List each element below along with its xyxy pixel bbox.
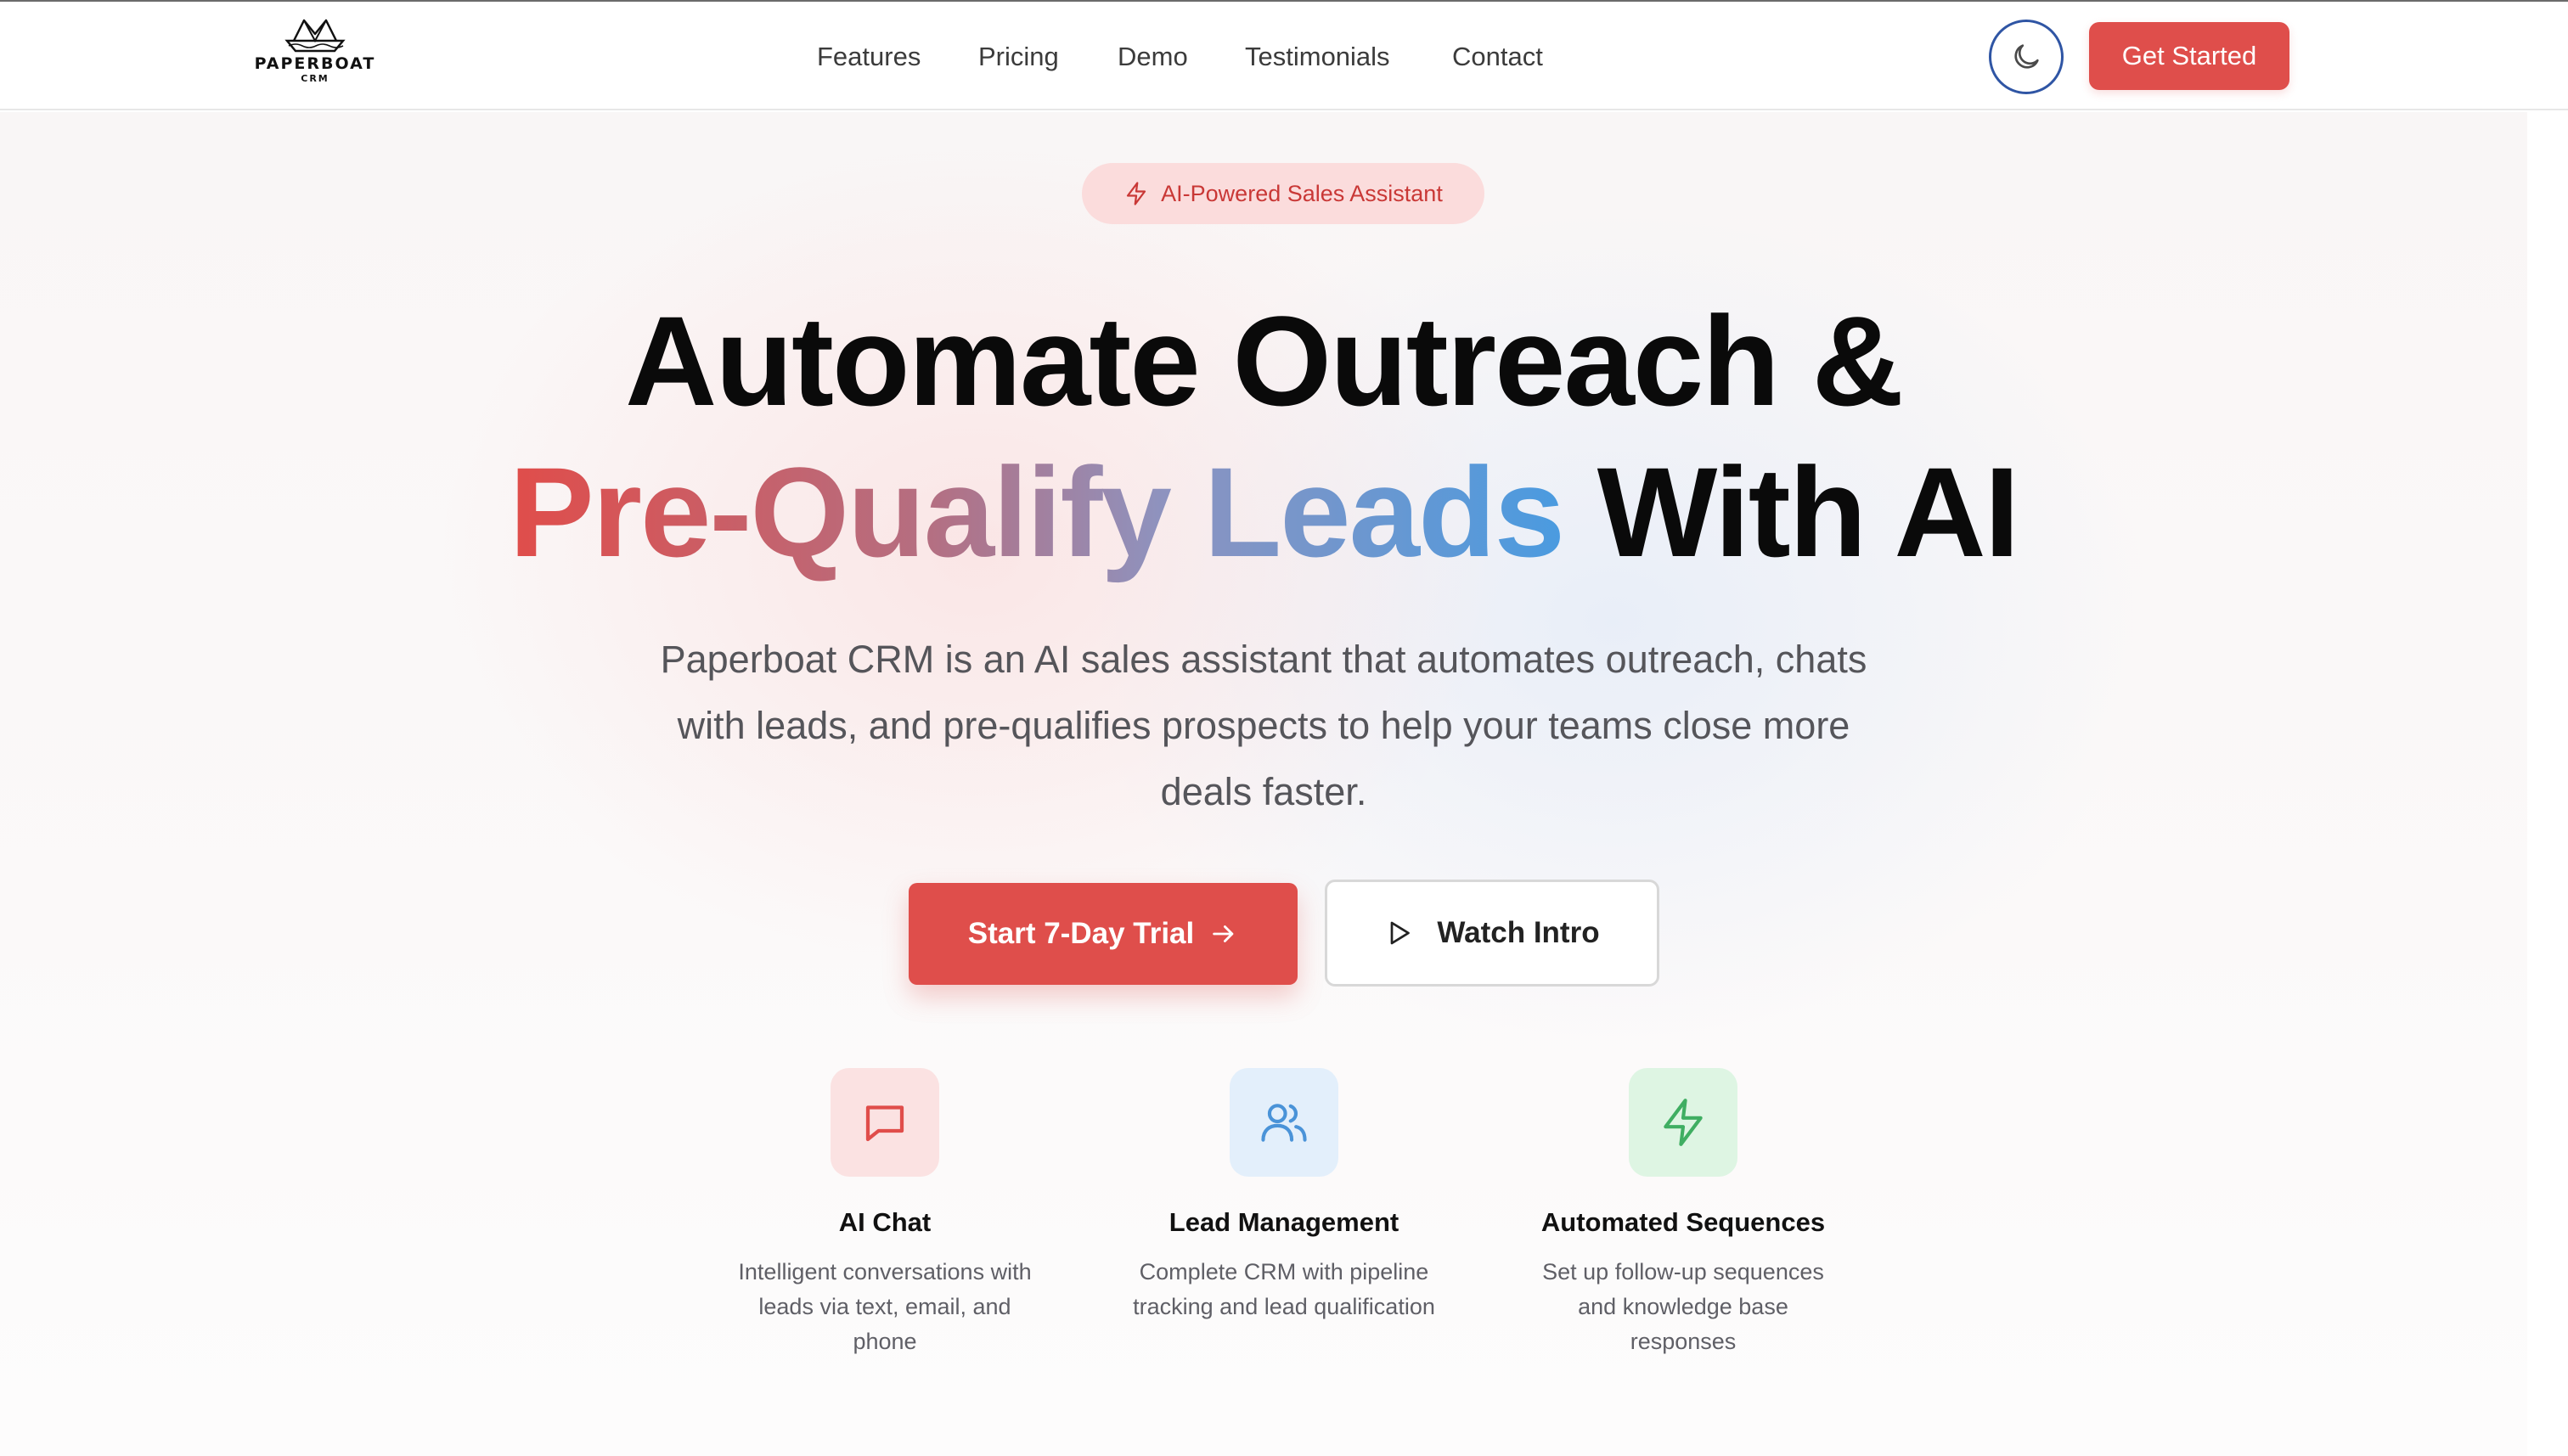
play-icon bbox=[1391, 921, 1411, 945]
feature-description: Intelligent conversations with leads via… bbox=[738, 1259, 1032, 1354]
site-header: PAPERBOAT CRM Features Pricing Demo Test… bbox=[0, 2, 2568, 110]
nav-link-pricing[interactable]: Pricing bbox=[978, 41, 1059, 73]
hero-headline-gradient: Pre-Qualify Leads bbox=[509, 441, 1565, 583]
feature-title: AI Chat bbox=[838, 1207, 932, 1237]
nav-link-demo[interactable]: Demo bbox=[1118, 41, 1188, 73]
feature-ai-chat: AI Chat Intelligent conversations with l… bbox=[707, 1068, 1063, 1359]
nav-link-contact[interactable]: Contact bbox=[1452, 41, 1543, 73]
moon-icon bbox=[2014, 44, 2039, 69]
hero-description: Paperboat CRM is an AI sales assistant t… bbox=[660, 638, 1867, 813]
theme-toggle-button[interactable] bbox=[1989, 20, 2064, 94]
feature-icon-tile bbox=[831, 1068, 939, 1177]
start-trial-button[interactable]: Start 7-Day Trial bbox=[909, 883, 1298, 985]
feature-automated-sequences: Automated Sequences Set up follow-up seq… bbox=[1505, 1068, 1861, 1359]
feature-title: Lead Management bbox=[1169, 1207, 1399, 1237]
feature-lead-management: Lead Management Complete CRM with pipeli… bbox=[1106, 1068, 1462, 1324]
nav-link-testimonials[interactable]: Testimonials bbox=[1245, 41, 1390, 73]
feature-title: Automated Sequences bbox=[1540, 1207, 1826, 1237]
feature-description: Complete CRM with pipeline tracking and … bbox=[1133, 1259, 1435, 1319]
start-trial-label: Start 7-Day Trial bbox=[967, 917, 1195, 950]
nav-link-features[interactable]: Features bbox=[817, 41, 921, 73]
ai-badge-label: AI-Powered Sales Assistant bbox=[1161, 180, 1443, 206]
users-icon bbox=[1261, 1104, 1307, 1142]
arrow-right-icon bbox=[1213, 925, 1234, 942]
get-started-button[interactable]: Get Started bbox=[2089, 22, 2289, 90]
feature-icon-tile bbox=[1629, 1068, 1737, 1177]
hero-headline-line1: Automate Outreach & bbox=[625, 290, 1904, 432]
watch-intro-label: Watch Intro bbox=[1437, 916, 1600, 949]
lightning-icon bbox=[1664, 1099, 1703, 1146]
chat-bubble-icon bbox=[865, 1105, 904, 1142]
hero-headline-line2: Pre-Qualify Leads With AI bbox=[0, 440, 2527, 584]
hero-headline-rest: With AI bbox=[1597, 441, 2020, 583]
watch-intro-button[interactable]: Watch Intro bbox=[1325, 880, 1659, 987]
ai-badge: AI-Powered Sales Assistant bbox=[1082, 163, 1484, 224]
feature-description: Set up follow-up sequences and knowledge… bbox=[1542, 1259, 1824, 1354]
lightning-icon bbox=[1127, 182, 1146, 205]
feature-icon-tile bbox=[1230, 1068, 1338, 1177]
scrollbar-gutter bbox=[2527, 112, 2568, 1456]
